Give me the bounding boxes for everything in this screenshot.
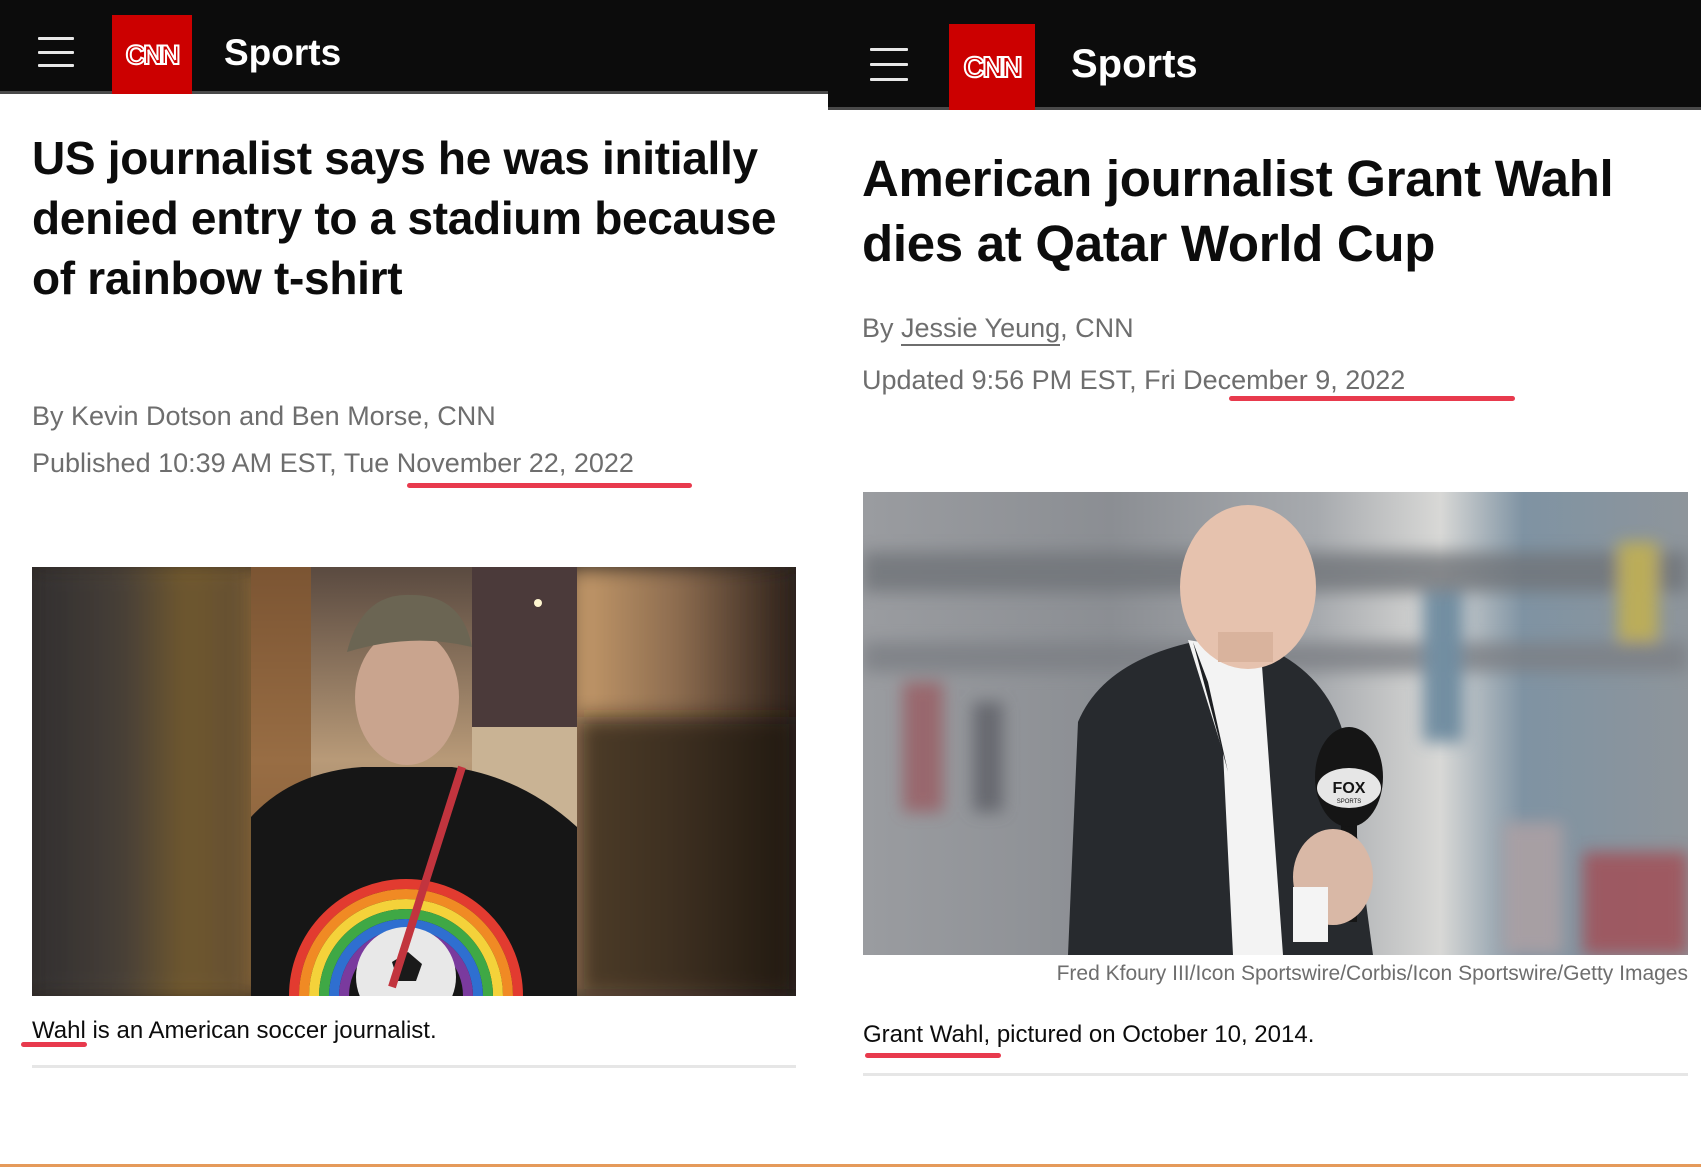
right-article-photo: FOX SPORTS: [863, 492, 1688, 955]
published-date: November 22, 2022: [396, 448, 634, 478]
photo-grant-wahl: FOX SPORTS: [863, 492, 1688, 955]
mic-flag-text: FOX: [1333, 780, 1366, 797]
right-site-header: CNN Sports: [828, 0, 1701, 110]
left-published-timestamp: Published 10:39 AM EST, Tue November 22,…: [32, 448, 634, 479]
left-site-header: CNN Sports: [0, 0, 828, 94]
left-photo-caption: Wahl is an American soccer journalist.: [32, 1017, 437, 1045]
byline-prefix: By: [862, 313, 902, 343]
photo-rainbow-shirt: [32, 567, 796, 996]
right-divider: [863, 1073, 1688, 1076]
hamburger-menu-icon[interactable]: [38, 37, 74, 67]
updated-prefix: Updated 9:56 PM EST, Fri: [862, 365, 1184, 395]
annotation-underline-name-left: [21, 1042, 87, 1047]
annotation-underline-date-left: [407, 483, 692, 488]
published-prefix: Published 10:39 AM EST, Tue: [32, 448, 397, 478]
left-article-photo: [32, 567, 796, 996]
section-link-sports[interactable]: Sports: [224, 32, 341, 74]
cnn-logo-icon: CNN: [963, 51, 1024, 83]
caption-text: , pictured on October 10, 2014.: [983, 1021, 1315, 1048]
annotation-underline-date-right: [1229, 396, 1515, 401]
left-headline: US journalist says he was initially deni…: [32, 132, 777, 304]
updated-date: December 9, 2022: [1183, 365, 1406, 395]
author-link[interactable]: Jessie Yeung: [901, 313, 1061, 346]
right-byline: By Jessie Yeung, CNN: [862, 313, 1134, 346]
cnn-logo-text: CNN: [964, 52, 1021, 83]
image-credit: Fred Kfoury III/Icon Sportswire/Corbis/I…: [1056, 962, 1688, 985]
right-headline: American journalist Grant Wahl dies at Q…: [862, 150, 1614, 272]
caption-name: Wahl: [32, 1017, 86, 1044]
cnn-logo-icon: CNN: [125, 40, 182, 70]
caption-text: is an American soccer journalist.: [85, 1017, 437, 1044]
section-link-sports[interactable]: Sports: [1071, 42, 1198, 87]
right-updated-timestamp: Updated 9:56 PM EST, Fri December 9, 202…: [862, 365, 1405, 396]
mic-flag-subtext: SPORTS: [1337, 799, 1362, 805]
cnn-logo[interactable]: CNN: [112, 15, 192, 94]
left-divider: [32, 1065, 796, 1068]
cnn-logo-text: CNN: [126, 40, 179, 70]
caption-name: Grant Wahl: [863, 1021, 984, 1048]
right-photo-caption: Grant Wahl, pictured on October 10, 2014…: [863, 1021, 1314, 1049]
annotation-underline-name-right: [865, 1053, 1001, 1058]
cnn-logo[interactable]: CNN: [949, 24, 1035, 110]
left-byline: By Kevin Dotson and Ben Morse, CNN: [32, 401, 496, 431]
hamburger-menu-icon[interactable]: [870, 48, 908, 81]
byline-suffix: , CNN: [1060, 313, 1134, 343]
